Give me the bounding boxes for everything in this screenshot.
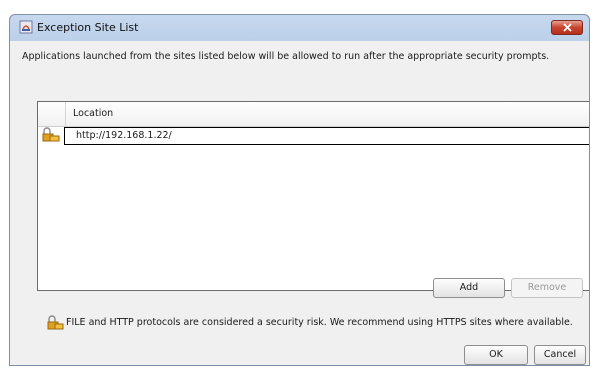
add-button-label: Add bbox=[459, 282, 479, 293]
close-icon bbox=[563, 23, 572, 32]
security-warning-text: FILE and HTTP protocols are considered a… bbox=[66, 317, 573, 328]
window-title: Exception Site List bbox=[37, 21, 139, 34]
java-app-icon bbox=[19, 20, 33, 34]
row-header-column bbox=[38, 102, 66, 126]
ok-button[interactable]: OK bbox=[464, 345, 528, 365]
intro-text: Applications launched from the sites lis… bbox=[22, 51, 550, 62]
lock-warning-icon bbox=[47, 315, 64, 330]
table-header: Location bbox=[38, 102, 589, 127]
location-value[interactable]: http://192.168.1.22/ bbox=[76, 130, 172, 141]
exception-site-list-dialog: Exception Site List Applications launche… bbox=[9, 14, 590, 366]
close-button[interactable] bbox=[551, 20, 583, 35]
lock-warning-icon bbox=[42, 127, 60, 142]
remove-button[interactable]: Remove bbox=[511, 278, 583, 298]
add-button[interactable]: Add bbox=[433, 278, 505, 298]
remove-button-label: Remove bbox=[527, 282, 567, 293]
cancel-button-label: Cancel bbox=[543, 349, 577, 360]
table-row[interactable]: http://192.168.1.22/ bbox=[38, 127, 589, 145]
title-bar[interactable]: Exception Site List bbox=[10, 15, 589, 41]
ok-button-label: OK bbox=[489, 349, 503, 360]
cancel-button[interactable]: Cancel bbox=[534, 345, 586, 365]
site-list-table[interactable]: Location http://192.168.1.22/ bbox=[37, 101, 589, 291]
location-column-header[interactable]: Location bbox=[73, 108, 113, 119]
